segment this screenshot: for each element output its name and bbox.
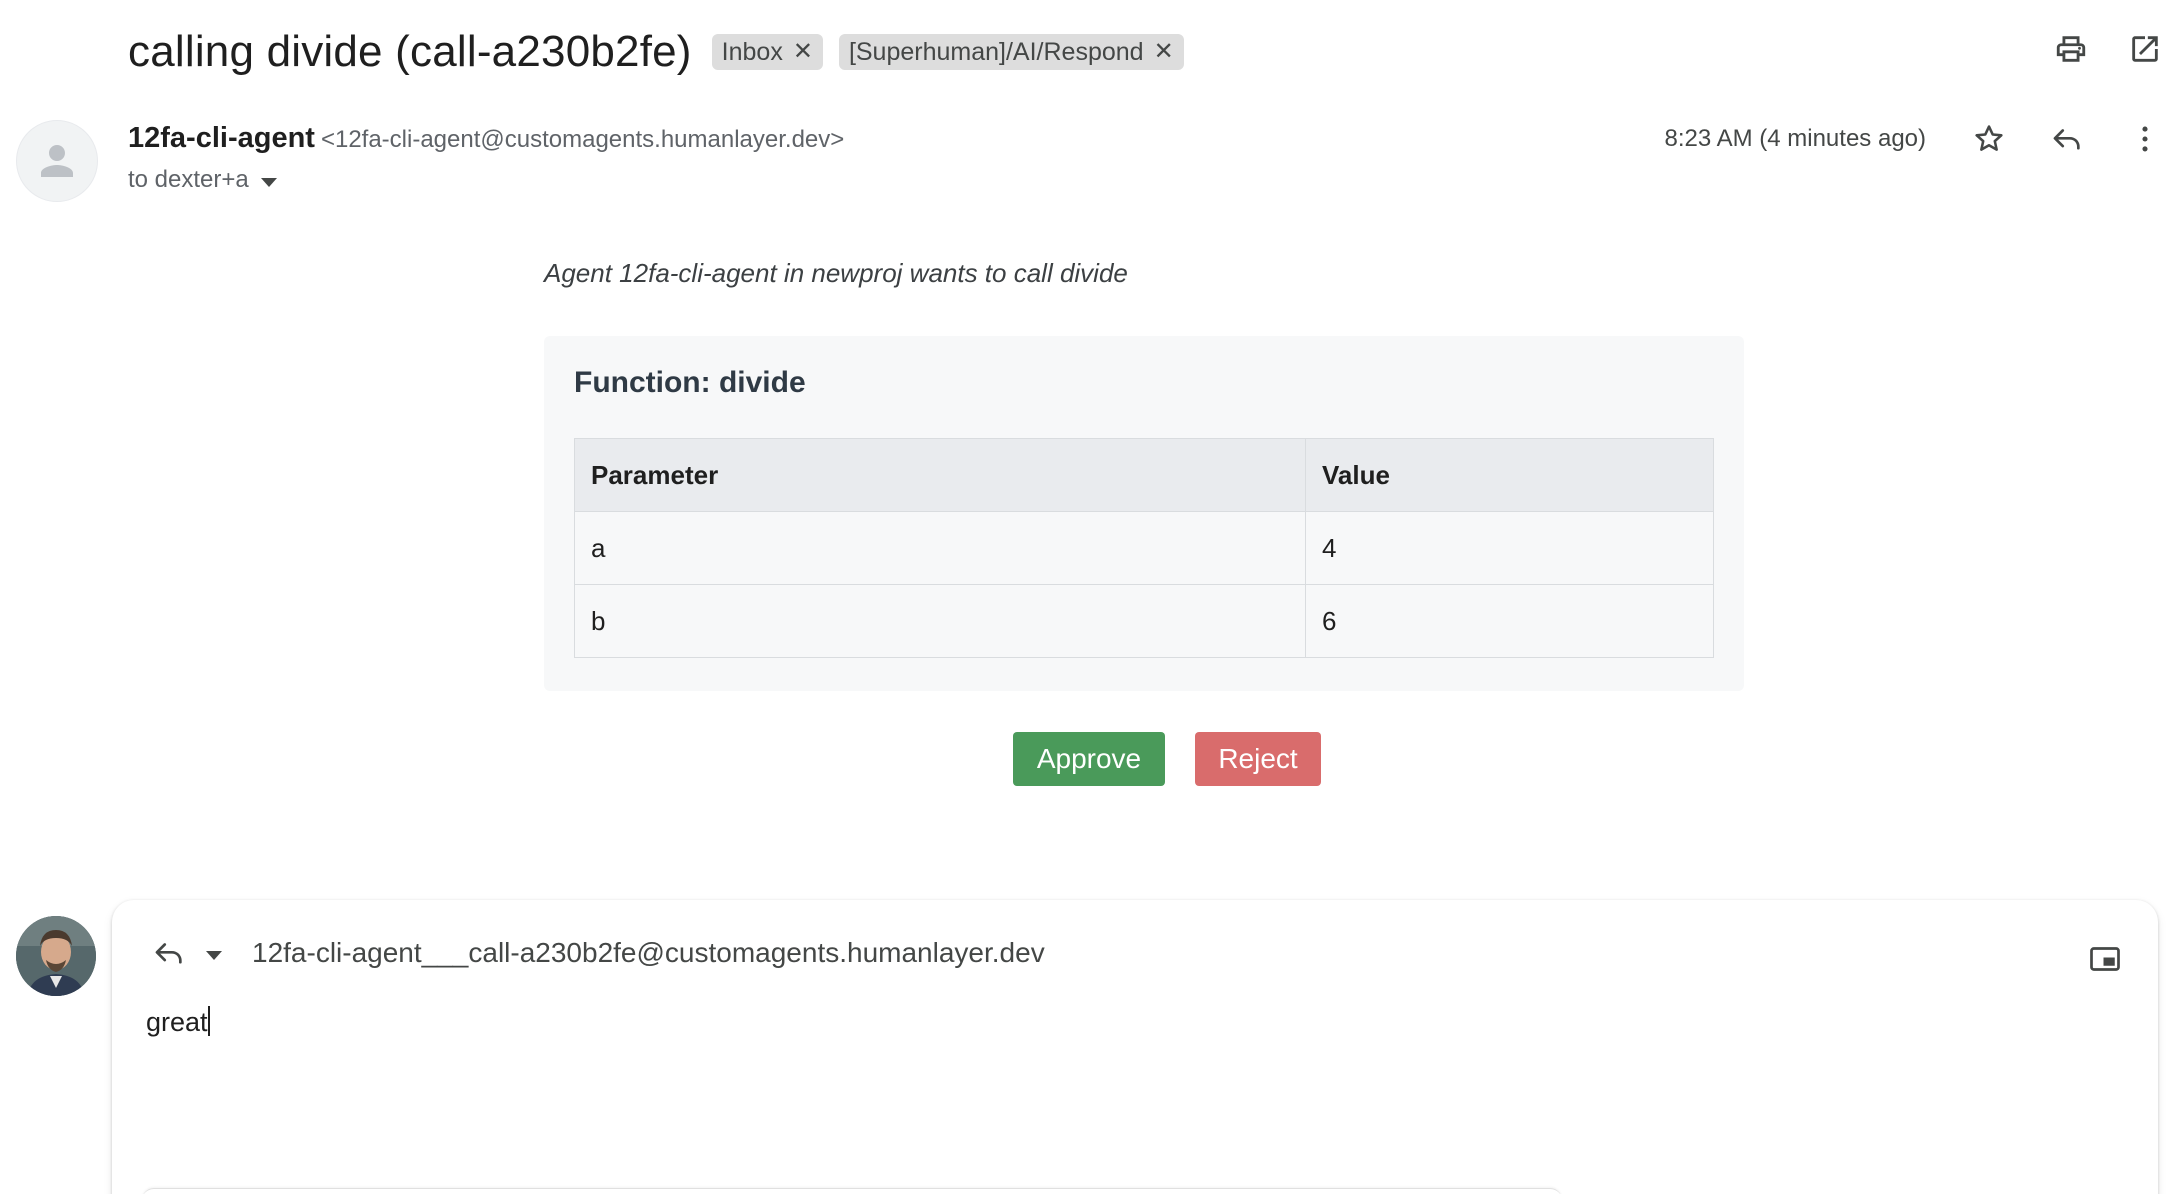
column-header-parameter: Parameter — [574, 438, 1306, 512]
reject-button[interactable]: Reject — [1195, 732, 1321, 786]
recipients-text: to dexter+a — [128, 166, 249, 193]
message-meta: 8:23 AM (4 minutes ago) — [1665, 120, 2164, 158]
more-vert-icon[interactable] — [2126, 120, 2164, 158]
value-cell: 6 — [1305, 584, 1714, 658]
email-subject: calling divide (call-a230b2fe) — [128, 27, 692, 76]
label-chip-superhuman[interactable]: [Superhuman]/AI/Respond ✕ — [838, 34, 1184, 70]
message-timestamp: 8:23 AM (4 minutes ago) — [1664, 125, 1926, 152]
column-header-value: Value — [1305, 438, 1714, 512]
table-row: a 4 — [574, 511, 1714, 585]
function-card: Function: divide Parameter Value a 4 b 6 — [544, 336, 1744, 691]
decision-actions: Approve Reject — [1013, 732, 1321, 786]
reply-type-chevron-icon[interactable] — [206, 950, 222, 960]
parameters-table: Parameter Value a 4 b 6 — [574, 438, 1714, 658]
sender-email: <12fa-cli-agent@customagents.humanlayer.… — [320, 126, 845, 153]
reply-body-input[interactable]: great — [146, 1006, 2046, 1038]
subject-row: calling divide (call-a230b2fe) Inbox ✕ [… — [128, 22, 1184, 82]
star-icon[interactable] — [1970, 120, 2008, 158]
current-user-avatar[interactable] — [16, 916, 96, 996]
sender-avatar[interactable] — [16, 120, 98, 202]
reply-recipient[interactable]: 12fa-cli-agent___call-a230b2fe@customage… — [252, 937, 1045, 969]
recipients-line: to dexter+a — [128, 166, 277, 194]
sender-name[interactable]: 12fa-cli-agent — [128, 122, 315, 155]
open-in-new-window-icon[interactable] — [2126, 30, 2164, 68]
reply-body-text: great — [146, 1007, 208, 1037]
text-cursor — [207, 1006, 210, 1036]
approve-button[interactable]: Approve — [1013, 732, 1165, 786]
print-icon[interactable] — [2052, 30, 2090, 68]
label-chip-inbox[interactable]: Inbox ✕ — [711, 34, 823, 70]
reply-icon[interactable] — [150, 934, 188, 972]
label-chip-text: [Superhuman]/AI/Respond — [848, 37, 1144, 66]
table-row: b 6 — [574, 584, 1714, 658]
composer-toolbar-edge — [142, 1188, 1562, 1194]
remove-label-icon[interactable]: ✕ — [1154, 40, 1174, 64]
thread-actions — [2052, 30, 2164, 68]
message-intro: Agent 12fa-cli-agent in newproj wants to… — [544, 258, 1128, 288]
user-photo — [16, 916, 96, 996]
sender-line: 12fa-cli-agent <12fa-cli-agent@customage… — [128, 122, 844, 155]
show-details-chevron-icon[interactable] — [260, 177, 277, 187]
parameter-cell: b — [574, 584, 1306, 658]
table-header-row: Parameter Value — [574, 438, 1714, 512]
reply-header: 12fa-cli-agent___call-a230b2fe@customage… — [150, 934, 1045, 972]
person-icon — [41, 145, 73, 177]
popout-icon[interactable] — [2086, 940, 2124, 978]
value-cell: 4 — [1305, 511, 1714, 585]
function-title: Function: divide — [574, 366, 806, 399]
email-view: calling divide (call-a230b2fe) Inbox ✕ [… — [0, 0, 2184, 1194]
label-chip-text: Inbox — [721, 37, 783, 66]
reply-icon[interactable] — [2048, 120, 2086, 158]
remove-label-icon[interactable]: ✕ — [793, 40, 813, 64]
parameter-cell: a — [574, 511, 1306, 585]
reply-composer: 12fa-cli-agent___call-a230b2fe@customage… — [112, 900, 2158, 1194]
